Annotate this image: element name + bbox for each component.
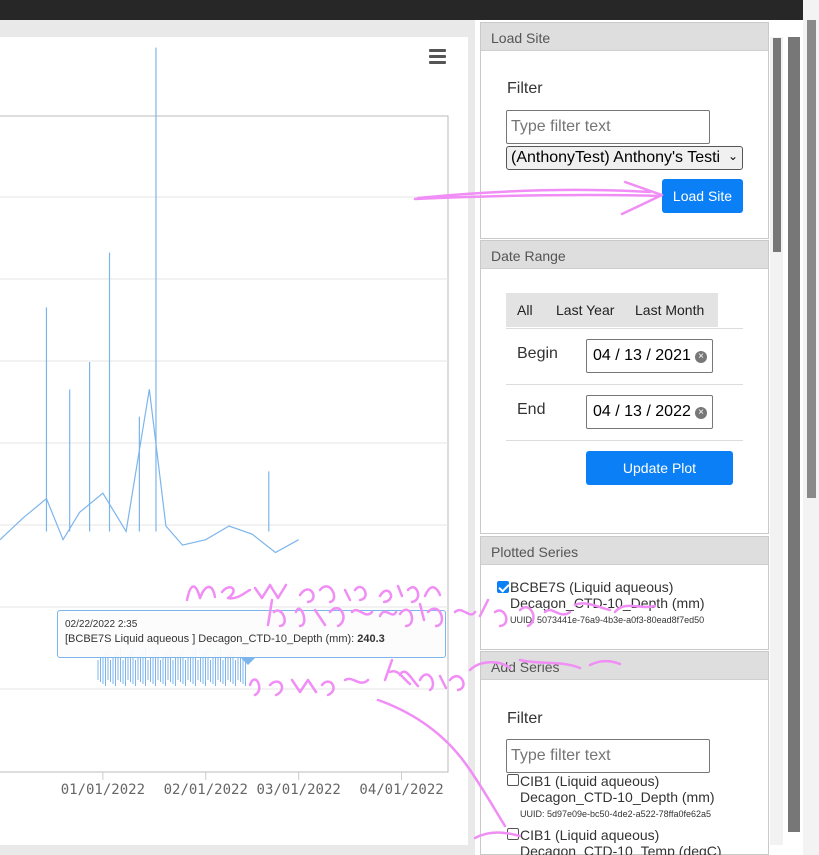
chevron-down-icon: ⌄ — [727, 149, 738, 163]
load-site-button[interactable]: Load Site — [662, 179, 743, 213]
clear-icon[interactable]: × — [695, 407, 707, 419]
chart-tooltip: 02/22/2022 2:35 [BCBE7S Liquid aqueous ]… — [57, 610, 446, 658]
begin-date-input[interactable]: 04 / 13 / 2021 × — [586, 339, 713, 373]
update-plot-button[interactable]: Update Plot — [586, 451, 733, 485]
tab-last-month[interactable]: Last Month — [635, 302, 704, 318]
plotted-series-uuid: UUID: 5073441e-76a9-4b3e-a0f3-80ead8f7ed… — [510, 615, 705, 625]
load-site-filter-label: Filter — [507, 80, 543, 97]
tooltip-series: [BCBE7S Liquid aqueous ] Decagon_CTD-10_… — [65, 633, 438, 645]
load-site-header: Load Site — [481, 23, 768, 51]
tab-last-year[interactable]: Last Year — [556, 302, 614, 318]
load-site-filter-input[interactable] — [506, 110, 710, 144]
chart-card — [0, 37, 468, 845]
plotted-series-variable: Decagon_CTD-10_Depth (mm) — [510, 595, 705, 611]
plotted-series-checkbox[interactable] — [497, 581, 509, 593]
tooltip-date: 02/22/2022 2:35 — [65, 619, 138, 630]
window-scrollbar-thumb[interactable] — [807, 20, 816, 498]
add-series-header: Add Series — [481, 652, 768, 680]
add-series-variable: Decagon_CTD-10_Temp (degC) — [520, 843, 722, 855]
sidebar-scrollbar-thumb[interactable] — [773, 38, 781, 252]
date-range-panel: Date Range — [480, 240, 769, 534]
site-select-value: (AnthonyTest) Anthony's Testi — [511, 149, 721, 166]
begin-date-value: 04 / 13 / 2021 — [593, 347, 691, 364]
plotted-series-header: Plotted Series — [481, 537, 768, 565]
begin-label: Begin — [517, 345, 558, 362]
add-series-variable: Decagon_CTD-10_Depth (mm) — [520, 789, 715, 805]
tooltip-value: 240.3 — [357, 633, 385, 645]
clear-icon[interactable]: × — [695, 351, 707, 363]
add-series-uuid: UUID: 5d97e09e-bc50-4de2-a522-78ffa0fe62… — [520, 809, 711, 819]
plotted-series-name: BCBE7S (Liquid aqueous) — [510, 579, 674, 595]
add-series-name: CIB1 (Liquid aqueous) — [520, 773, 660, 789]
date-range-tabs: All Last Year Last Month — [506, 293, 718, 327]
add-series-filter-input[interactable] — [506, 739, 710, 773]
hamburger-menu-icon[interactable] — [429, 49, 447, 65]
tooltip-series-label: [BCBE7S Liquid aqueous ] Decagon_CTD-10_… — [65, 633, 358, 645]
add-series-name: CIB1 (Liquid aqueous) — [520, 827, 660, 843]
date-range-header: Date Range — [481, 241, 768, 269]
add-series-checkbox[interactable] — [507, 774, 519, 786]
tooltip-arrow — [240, 657, 256, 665]
end-date-value: 04 / 13 / 2022 — [593, 403, 691, 420]
add-series-filter-label: Filter — [507, 710, 543, 727]
site-select[interactable]: (AnthonyTest) Anthony's Testi ⌄ — [506, 146, 743, 170]
end-date-input[interactable]: 04 / 13 / 2022 × — [586, 395, 713, 429]
panel-scrollbar[interactable] — [788, 37, 800, 832]
top-bar — [0, 0, 803, 20]
divider — [506, 384, 743, 385]
add-series-checkbox[interactable] — [507, 828, 519, 840]
divider — [506, 440, 743, 441]
divider — [506, 328, 743, 329]
tab-all[interactable]: All — [517, 302, 533, 318]
end-label: End — [517, 401, 546, 418]
